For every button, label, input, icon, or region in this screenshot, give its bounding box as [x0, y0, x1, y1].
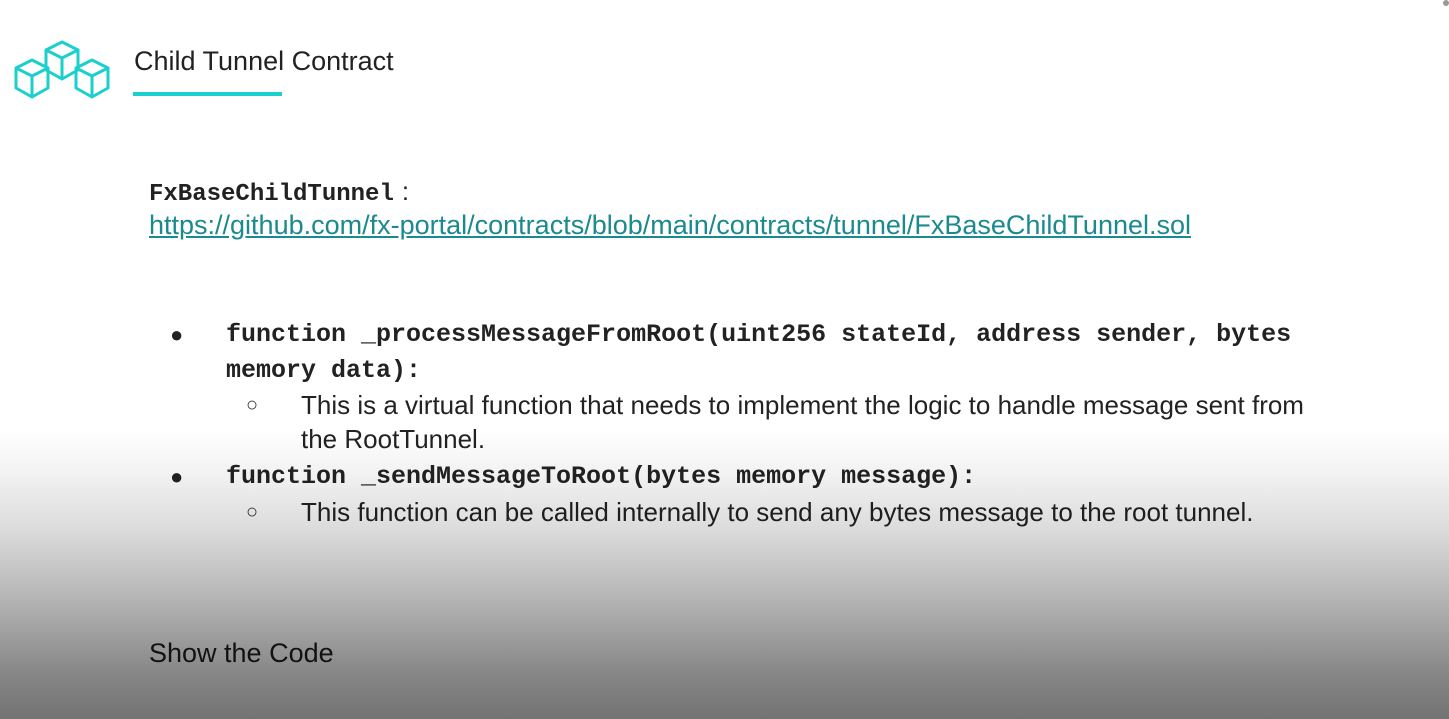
contract-name: FxBaseChildTunnel: [149, 181, 394, 208]
bullet-marker: ●: [170, 464, 184, 489]
function-description-process-message: This is a virtual function that needs to…: [301, 390, 1304, 454]
cubes-logo-icon: [14, 40, 110, 99]
contract-source-link[interactable]: https://github.com/fx-portal/contracts/b…: [149, 210, 1191, 241]
sub-bullet-marker: ○: [246, 394, 259, 416]
contract-separator: :: [401, 176, 410, 206]
page-title: Child Tunnel Contract: [134, 46, 394, 76]
contract-heading: FxBaseChildTunnel:: [149, 176, 409, 208]
title-underline: [133, 92, 282, 96]
function-signature-process-message: function _processMessageFromRoot(uint256…: [226, 320, 1292, 385]
bullet-marker: ●: [170, 322, 184, 347]
sub-bullet-marker: ○: [246, 501, 259, 523]
function-description-send-message: This function can be called internally t…: [301, 497, 1254, 527]
footer-caption: Show the Code: [149, 638, 334, 668]
function-signature-send-message: function _sendMessageToRoot(bytes memory…: [226, 462, 977, 491]
slide: Child Tunnel Contract FxBaseChildTunnel:…: [0, 0, 1449, 719]
corner-indicator: [1443, 0, 1449, 6]
